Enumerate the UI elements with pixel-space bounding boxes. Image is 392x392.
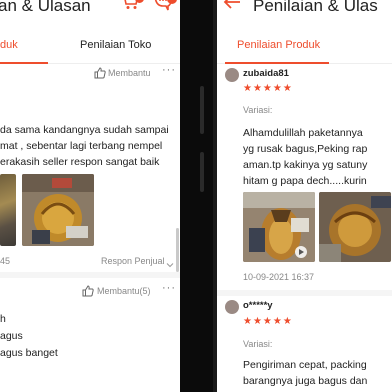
avatar[interactable]	[225, 68, 239, 82]
thumbs-up-icon[interactable]	[82, 284, 94, 302]
phone-side-button	[200, 152, 204, 192]
left-phone-screen: an & Ulasan duk Penilaian Toko Membantu …	[0, 0, 180, 392]
review-photo[interactable]	[243, 192, 315, 262]
review-time: 45	[0, 256, 11, 266]
variant-label: Variasi:	[243, 339, 273, 349]
left-tab-bar: duk Penilaian Toko	[0, 28, 180, 64]
avatar[interactable]	[225, 300, 239, 314]
review-photo[interactable]	[0, 174, 16, 246]
reviewer-name[interactable]: zubaida81	[243, 68, 289, 79]
tab-penilaian-produk[interactable]: duk	[0, 39, 18, 51]
more-options-icon[interactable]: ···	[162, 64, 176, 76]
review-text-line: h	[0, 313, 6, 325]
left-header: an & Ulasan	[0, 0, 180, 26]
variant-label: Variasi:	[243, 105, 273, 115]
helpful-button[interactable]: Membantu(5)	[97, 286, 151, 296]
review-text-line: da sama kandangnya sudah sampai	[0, 124, 169, 136]
phone-side-button	[200, 86, 204, 134]
review-text-line: yg rusak bagus,Peking rap	[243, 143, 368, 155]
back-arrow-icon[interactable]	[223, 0, 241, 16]
tab-penilaian-toko[interactable]: Penilaian Toko	[80, 39, 151, 51]
review-date: 10-09-2021 16:37	[243, 272, 315, 282]
seller-reply-toggle[interactable]: Respon Penjual	[101, 256, 165, 266]
section-divider	[217, 290, 392, 296]
right-tab-bar: Penilaian Produk	[217, 28, 392, 64]
review-text-line: erakasih seller respon sangat baik	[0, 156, 160, 168]
tab-penilaian-produk[interactable]: Penilaian Produk	[237, 39, 320, 51]
helpful-button[interactable]: Membantu	[108, 68, 151, 78]
more-options-icon[interactable]: ···	[162, 282, 176, 294]
rating-stars: ★★★★★	[243, 83, 293, 94]
right-header: Penilaian & Ulas	[217, 0, 392, 26]
review-text-line: agus	[0, 330, 23, 342]
review-text-line: hitam g papa dech.....kurin	[243, 175, 367, 187]
review-text-line: agus banget	[0, 347, 58, 359]
review-text-line: barangnya juga bagus dan	[243, 375, 368, 387]
section-divider	[0, 272, 180, 278]
review-photo[interactable]	[319, 192, 391, 262]
active-tab-underline	[225, 62, 329, 64]
active-tab-underline	[0, 62, 48, 64]
right-phone-screen: Penilaian & Ulas Penilaian Produk zubaid…	[213, 0, 392, 392]
review-text-line: Pengiriman cepat, packing	[243, 359, 367, 371]
scrollbar[interactable]	[176, 228, 179, 272]
rating-stars: ★★★★★	[243, 316, 293, 327]
thumbs-up-icon[interactable]	[94, 66, 106, 84]
page-title: an & Ulasan	[0, 0, 91, 15]
review-text-line: Alhamdulillah paketannya	[243, 127, 363, 139]
review-text-line: mat , sebentar lagi terbang nempel	[0, 140, 163, 152]
review-text-line: aman.tp kakinya yg satuny	[243, 159, 368, 171]
page-title: Penilaian & Ulas	[253, 0, 378, 15]
reviewer-name[interactable]: o*****y	[243, 300, 273, 311]
review-photo[interactable]	[22, 174, 94, 246]
